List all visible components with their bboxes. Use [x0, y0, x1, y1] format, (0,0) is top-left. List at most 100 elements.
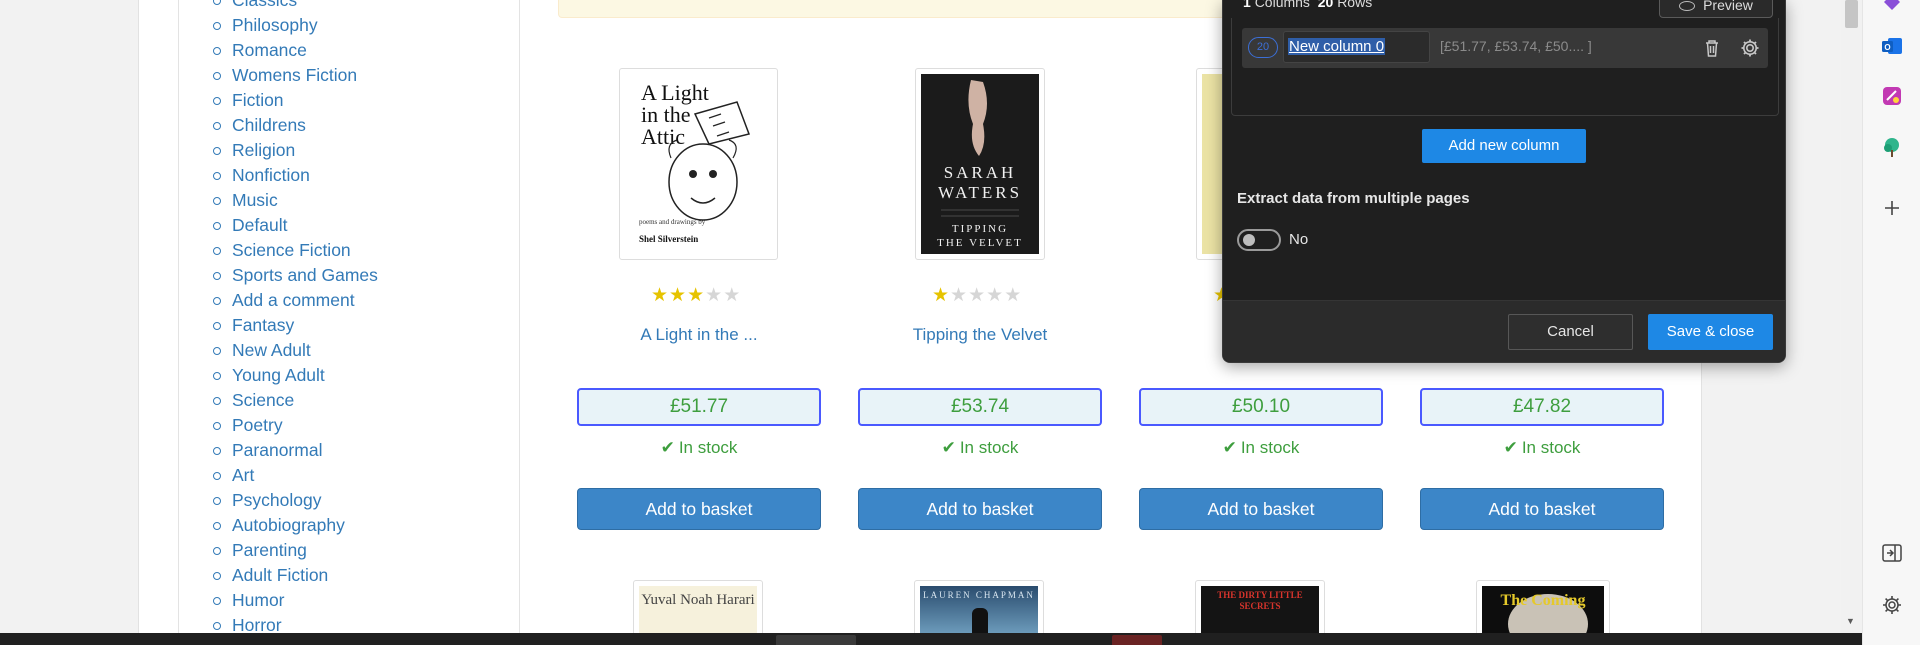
- add-to-basket-button[interactable]: Add to basket: [1139, 488, 1383, 530]
- category-link[interactable]: Art: [213, 463, 378, 488]
- category-link[interactable]: Childrens: [213, 113, 378, 138]
- cover-text: THE DIRTY LITTLE SECRETS: [1217, 590, 1303, 611]
- svg-text:Shel Silverstein: Shel Silverstein: [639, 234, 698, 244]
- star-icon: ★: [1004, 285, 1023, 306]
- svg-text:TIPPING: TIPPING: [952, 223, 1008, 235]
- star-icon: ★: [651, 285, 670, 306]
- add-icon[interactable]: [1880, 196, 1904, 220]
- category-link[interactable]: Nonfiction: [213, 163, 378, 188]
- star-icon: ★: [932, 285, 951, 306]
- column-row-count: 1 Columns 20 Rows: [1243, 0, 1373, 10]
- category-link[interactable]: Paranormal: [213, 438, 378, 463]
- book-cover-a-light-in-the-attic[interactable]: A Light in the Attic poems and drawings …: [619, 68, 778, 260]
- star-icon: ★: [950, 285, 969, 306]
- category-link[interactable]: Fantasy: [213, 313, 378, 338]
- category-link[interactable]: Young Adult: [213, 363, 378, 388]
- star-rating: ★★★★★: [932, 284, 1023, 306]
- book-cover[interactable]: THE DIRTY LITTLE SECRETS: [1195, 580, 1325, 633]
- category-link[interactable]: Music: [213, 188, 378, 213]
- category-link[interactable]: Psychology: [213, 488, 378, 513]
- eye-icon: [1679, 1, 1696, 11]
- book-cover[interactable]: The Coming: [1476, 580, 1610, 633]
- designer-icon[interactable]: [1880, 84, 1904, 108]
- category-link[interactable]: Fiction: [213, 88, 378, 113]
- book-cover[interactable]: LAUREN CHAPMAN: [914, 580, 1044, 633]
- book-cover-tipping-the-velvet[interactable]: SARAH WATERS TIPPING THE VELVET: [915, 68, 1045, 260]
- category-link[interactable]: Parenting: [213, 538, 378, 563]
- category-link[interactable]: Womens Fiction: [213, 63, 378, 88]
- svg-text:WATERS: WATERS: [938, 183, 1022, 202]
- category-link[interactable]: Romance: [213, 38, 378, 63]
- taskbar: [0, 633, 1862, 645]
- extract-multiple-pages-label: Extract data from multiple pages: [1237, 190, 1470, 207]
- svg-text:Attic: Attic: [641, 124, 685, 149]
- category-link[interactable]: Adult Fiction: [213, 563, 378, 588]
- cover-text: LAUREN CHAPMAN: [923, 590, 1035, 600]
- svg-text:THE VELVET: THE VELVET: [937, 237, 1023, 249]
- cover-text: Yuval Noah Harari: [641, 592, 755, 608]
- page-scrollbar[interactable]: ▼: [1841, 0, 1862, 633]
- taskbar-item[interactable]: [1112, 635, 1162, 645]
- add-to-basket-button[interactable]: Add to basket: [858, 488, 1102, 530]
- product-card: A Light in the Attic poems and drawings …: [577, 0, 821, 540]
- cancel-button[interactable]: Cancel: [1508, 314, 1633, 350]
- category-link[interactable]: Religion: [213, 138, 378, 163]
- category-link[interactable]: Sports and Games: [213, 263, 378, 288]
- check-icon: ✔: [1503, 438, 1518, 457]
- category-link[interactable]: Autobiography: [213, 513, 378, 538]
- category-link[interactable]: Horror: [213, 613, 378, 633]
- trash-icon[interactable]: [1700, 36, 1724, 60]
- check-icon: ✔: [1222, 438, 1237, 457]
- gear-icon[interactable]: [1738, 36, 1762, 60]
- taskbar-item[interactable]: [776, 635, 856, 645]
- check-icon: ✔: [941, 438, 956, 457]
- category-link[interactable]: New Adult: [213, 338, 378, 363]
- svg-text:SARAH: SARAH: [944, 163, 1017, 182]
- add-to-basket-button[interactable]: Add to basket: [577, 488, 821, 530]
- category-link[interactable]: Poetry: [213, 413, 378, 438]
- category-link[interactable]: Default: [213, 213, 378, 238]
- preview-button[interactable]: Preview: [1659, 0, 1773, 18]
- add-new-column-button[interactable]: Add new column: [1422, 129, 1586, 163]
- price-highlight: £53.74: [858, 388, 1102, 426]
- copilot-icon[interactable]: [1880, 0, 1904, 12]
- tree-icon[interactable]: [1880, 136, 1904, 160]
- dialog-footer: Cancel Save & close: [1223, 300, 1785, 362]
- column-index-badge[interactable]: 20: [1248, 37, 1278, 58]
- category-link[interactable]: Humor: [213, 588, 378, 613]
- outlook-icon[interactable]: O: [1880, 34, 1904, 58]
- scroll-down-arrow[interactable]: ▼: [1846, 616, 1855, 626]
- multi-page-toggle[interactable]: [1237, 229, 1281, 251]
- column-sample-values: [£51.77, £53.74, £50.... ]: [1440, 38, 1592, 54]
- scrollbar-thumb[interactable]: [1845, 0, 1858, 28]
- star-icon: ★: [669, 285, 688, 306]
- price-highlight: £47.82: [1420, 388, 1664, 426]
- toggle-state-label: No: [1289, 231, 1309, 248]
- availability: ✔ In stock: [941, 438, 1019, 457]
- add-to-basket-button[interactable]: Add to basket: [1420, 488, 1664, 530]
- category-link[interactable]: Philosophy: [213, 13, 378, 38]
- browser-side-panel: O: [1862, 0, 1920, 645]
- category-link[interactable]: Science Fiction: [213, 238, 378, 263]
- column-row: 20 New column 0 [£51.77, £53.74, £50....…: [1242, 28, 1768, 68]
- settings-icon[interactable]: [1880, 593, 1904, 617]
- category-link[interactable]: Add a comment: [213, 288, 378, 313]
- check-icon: ✔: [660, 438, 675, 457]
- book-cover[interactable]: Yuval Noah Harari: [633, 580, 763, 633]
- category-sidebar: Classics Philosophy Romance Womens Fiction F…: [178, 0, 520, 633]
- star-icon: ★: [986, 285, 1005, 306]
- book-title-link[interactable]: A Light in the ...: [577, 325, 821, 345]
- category-link[interactable]: Science: [213, 388, 378, 413]
- star-icon: ★: [687, 285, 706, 306]
- column-name-input[interactable]: New column 0: [1283, 31, 1430, 63]
- column-editor-dialog: 1 Columns 20 Rows Preview 20 New column …: [1222, 0, 1786, 363]
- book-title-link[interactable]: Tipping the Velvet: [858, 325, 1102, 345]
- collapse-sidebar-icon[interactable]: [1880, 541, 1904, 565]
- save-and-close-button[interactable]: Save & close: [1648, 314, 1773, 350]
- cover-text: The Coming: [1500, 592, 1586, 609]
- velvet-cover-art: SARAH WATERS TIPPING THE VELVET: [921, 74, 1039, 254]
- category-link[interactable]: Classics: [213, 0, 378, 13]
- price-highlight: £51.77: [577, 388, 821, 426]
- svg-text:O: O: [1884, 43, 1890, 52]
- svg-text:poems and drawings by: poems and drawings by: [639, 218, 706, 226]
